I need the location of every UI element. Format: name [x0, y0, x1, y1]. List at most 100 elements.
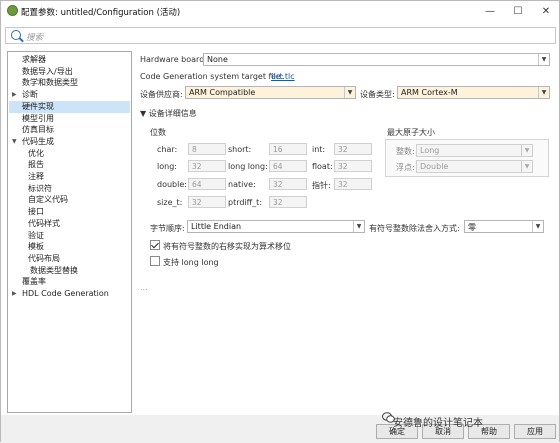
tree-item[interactable]: 数学和数据类型: [9, 77, 130, 89]
chevron-down-icon: ▼: [532, 221, 543, 232]
shift-label: 将有符号整数的右移实现为算术移位: [163, 242, 291, 251]
chevron-down-icon: ▼: [521, 145, 532, 156]
rounding-label: 有符号整数除法舍入方式:: [369, 224, 460, 233]
bits-label: size_t:: [157, 198, 183, 207]
atomic-float-label: 浮点:: [396, 163, 415, 172]
window-title: 配置参数: untitled/Configuration (活动): [21, 8, 181, 18]
tree-item[interactable]: 求解器: [9, 54, 130, 66]
bits-value-field: 32: [188, 196, 226, 208]
byte-order-value: Little Endian: [191, 222, 242, 231]
board-label: Hardware board:: [140, 55, 207, 64]
details-toggle[interactable]: ▼ 设备详细信息: [140, 108, 197, 119]
collapsed-arrow-icon[interactable]: ▶: [12, 89, 17, 101]
atomic-float-dropdown[interactable]: Double ▼: [416, 160, 533, 173]
tree-item-label: 注释: [28, 172, 44, 181]
chevron-down-icon: ▼: [353, 221, 364, 232]
target-file-label: Code Generation system target file:: [140, 72, 284, 81]
byte-order-dropdown[interactable]: Little Endian ▼: [187, 220, 365, 233]
tree-item[interactable]: ▶ 诊断: [9, 89, 130, 101]
atomic-title: 最大原子大小: [387, 128, 435, 137]
vendor-dropdown[interactable]: ARM Compatible ▼: [185, 86, 356, 99]
tree-item-label: 验证: [28, 230, 44, 240]
bits-label: long long:: [228, 162, 268, 171]
bits-label: double:: [157, 180, 187, 189]
tree-item-label: 代码布局: [28, 253, 60, 263]
bits-label: 指针:: [312, 181, 331, 190]
longlong-label: 支持 long long: [163, 258, 219, 267]
tree-item-label: 数据类型替换: [30, 265, 78, 275]
bits-label: int:: [312, 145, 326, 154]
tree-item[interactable]: 覆盖率: [9, 276, 130, 288]
hardware-panel: Hardware board: None ▼ Code Generation s…: [138, 51, 558, 413]
bits-label: char:: [157, 145, 178, 154]
search-input[interactable]: 搜索: [5, 27, 556, 44]
tree-item-label: 标识符: [28, 183, 52, 193]
bits-title: 位数: [150, 128, 166, 137]
tree-item[interactable]: 优化: [9, 148, 130, 160]
tree-item[interactable]: 数据类型替换: [9, 265, 130, 277]
atomic-int-dropdown[interactable]: Long ▼: [416, 144, 533, 157]
type-value: ARM Cortex-M: [401, 88, 458, 97]
tree-item[interactable]: 接口: [9, 206, 130, 218]
config-window: 配置参数: untitled/Configuration (活动) — ☐ ✕ …: [0, 0, 560, 443]
minimize-button[interactable]: —: [475, 1, 505, 21]
bits-value-field: 64: [188, 178, 226, 190]
tree-item-label: 覆盖率: [22, 277, 46, 287]
tree-item[interactable]: 代码样式: [9, 218, 130, 230]
bits-value-field: 64: [269, 160, 307, 172]
tree-item[interactable]: 注释: [9, 171, 130, 183]
atomic-int-label: 整数:: [396, 147, 415, 156]
collapsed-arrow-icon[interactable]: ▶: [12, 288, 17, 300]
tree-item-label: 仿真目标: [22, 125, 54, 135]
byte-order-label: 字节顺序:: [150, 224, 185, 233]
close-button[interactable]: ✕: [531, 1, 560, 21]
tree-item[interactable]: 标识符: [9, 183, 130, 195]
tree-item[interactable]: 代码布局: [9, 253, 130, 265]
tree-item[interactable]: 数据导入/导出: [9, 66, 130, 78]
tree-item[interactable]: 模板: [9, 241, 130, 253]
tree-item-label: 代码生成: [22, 136, 54, 146]
title-bar: 配置参数: untitled/Configuration (活动) — ☐ ✕: [1, 1, 559, 21]
bits-value-field: 32: [188, 160, 226, 172]
tree-item-label: 接口: [28, 207, 44, 217]
app-icon: [7, 5, 18, 16]
type-dropdown[interactable]: ARM Cortex-M ▼: [397, 86, 550, 99]
tree-item[interactable]: 自定义代码: [9, 194, 130, 206]
maximize-button[interactable]: ☐: [503, 1, 533, 21]
chevron-down-icon: ▼: [344, 87, 355, 98]
tree-item-label: 数学和数据类型: [22, 78, 78, 88]
search-placeholder: 搜索: [26, 33, 44, 43]
tree-item[interactable]: 仿真目标: [9, 124, 130, 136]
tree-item-label: 求解器: [22, 55, 46, 64]
tree-item-label: HDL Code Generation: [22, 289, 109, 298]
vendor-value: ARM Compatible: [189, 88, 256, 97]
target-file-link[interactable]: ert.tlc: [271, 72, 295, 81]
bits-value-field: 8: [188, 143, 226, 155]
tree-item[interactable]: ▶ HDL Code Generation: [9, 288, 130, 300]
tree-item-label: 诊断: [22, 90, 38, 100]
tree-item[interactable]: 验证: [9, 230, 130, 242]
tree-item[interactable]: 硬件实现: [9, 100, 130, 113]
expanded-arrow-icon[interactable]: ▼: [12, 136, 17, 148]
tree-item[interactable]: 报告: [9, 159, 130, 171]
rounding-dropdown[interactable]: 零 ▼: [464, 220, 544, 233]
category-tree[interactable]: 求解器数据导入/导出 数学和数据类型 ▶ 诊断 硬件实现模型引用 仿真目标 ▼ 代码生成优化报…: [7, 51, 132, 413]
board-dropdown[interactable]: None ▼: [203, 53, 550, 66]
chevron-down-icon: ▼: [521, 161, 532, 172]
longlong-checkbox[interactable]: [150, 256, 160, 266]
bits-value-field: 32: [334, 178, 372, 190]
tree-item[interactable]: 模型引用: [9, 113, 130, 125]
type-label: 设备类型:: [360, 90, 395, 99]
atomic-float-value: Double: [420, 162, 449, 171]
bits-value-field: 32: [334, 160, 372, 172]
tree-item-label: 硬件实现: [22, 101, 54, 111]
board-value: None: [207, 55, 228, 64]
tree-item-label: 报告: [28, 160, 44, 170]
tree-item-label: 自定义代码: [28, 195, 68, 205]
shift-checkbox[interactable]: [150, 240, 160, 250]
apply-button[interactable]: 应用: [514, 424, 556, 439]
tree-item[interactable]: ▼ 代码生成: [9, 136, 130, 148]
bits-value-field: 16: [269, 143, 307, 155]
bits-label: ptrdiff_t:: [228, 198, 263, 207]
vendor-label: 设备供应商:: [140, 90, 183, 99]
